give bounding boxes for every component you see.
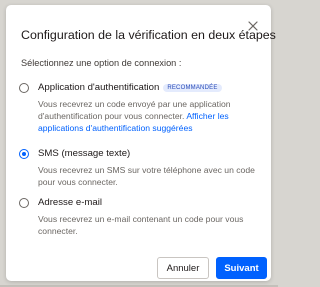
radio-sms[interactable] — [19, 149, 29, 159]
dialog-title: Configuration de la vérification en deux… — [21, 28, 276, 42]
option-email[interactable]: Adresse e-mail Vous recevrez un e-mail c… — [19, 197, 264, 241]
recommended-badge: RECOMMANDÉE — [163, 84, 222, 92]
option-description: Vous recevrez un code envoyé par une app… — [38, 98, 266, 134]
option-label: Application d'authentification RECOMMANDÉ… — [38, 82, 222, 93]
option-authenticator-app[interactable]: Application d'authentification RECOMMANDÉ… — [19, 82, 264, 148]
option-description: Vous recevrez un SMS sur votre téléphone… — [38, 165, 255, 187]
option-sms[interactable]: SMS (message texte) Vous recevrez un SMS… — [19, 148, 264, 192]
radio-email[interactable] — [19, 198, 29, 208]
option-label: SMS (message texte) — [38, 148, 131, 159]
option-label: Adresse e-mail — [38, 197, 102, 208]
two-step-verification-dialog: Configuration de la vérification en deux… — [6, 5, 276, 281]
radio-authenticator-app[interactable] — [19, 83, 29, 93]
option-label-text: Application d'authentification — [38, 82, 160, 93]
dialog-subtitle: Sélectionnez une option de connexion : — [21, 58, 182, 68]
close-icon[interactable] — [246, 19, 260, 33]
next-button[interactable]: Suivant — [216, 257, 267, 279]
option-description: Vous recevrez un e-mail contenant un cod… — [38, 214, 244, 236]
cancel-button[interactable]: Annuler — [157, 257, 209, 279]
